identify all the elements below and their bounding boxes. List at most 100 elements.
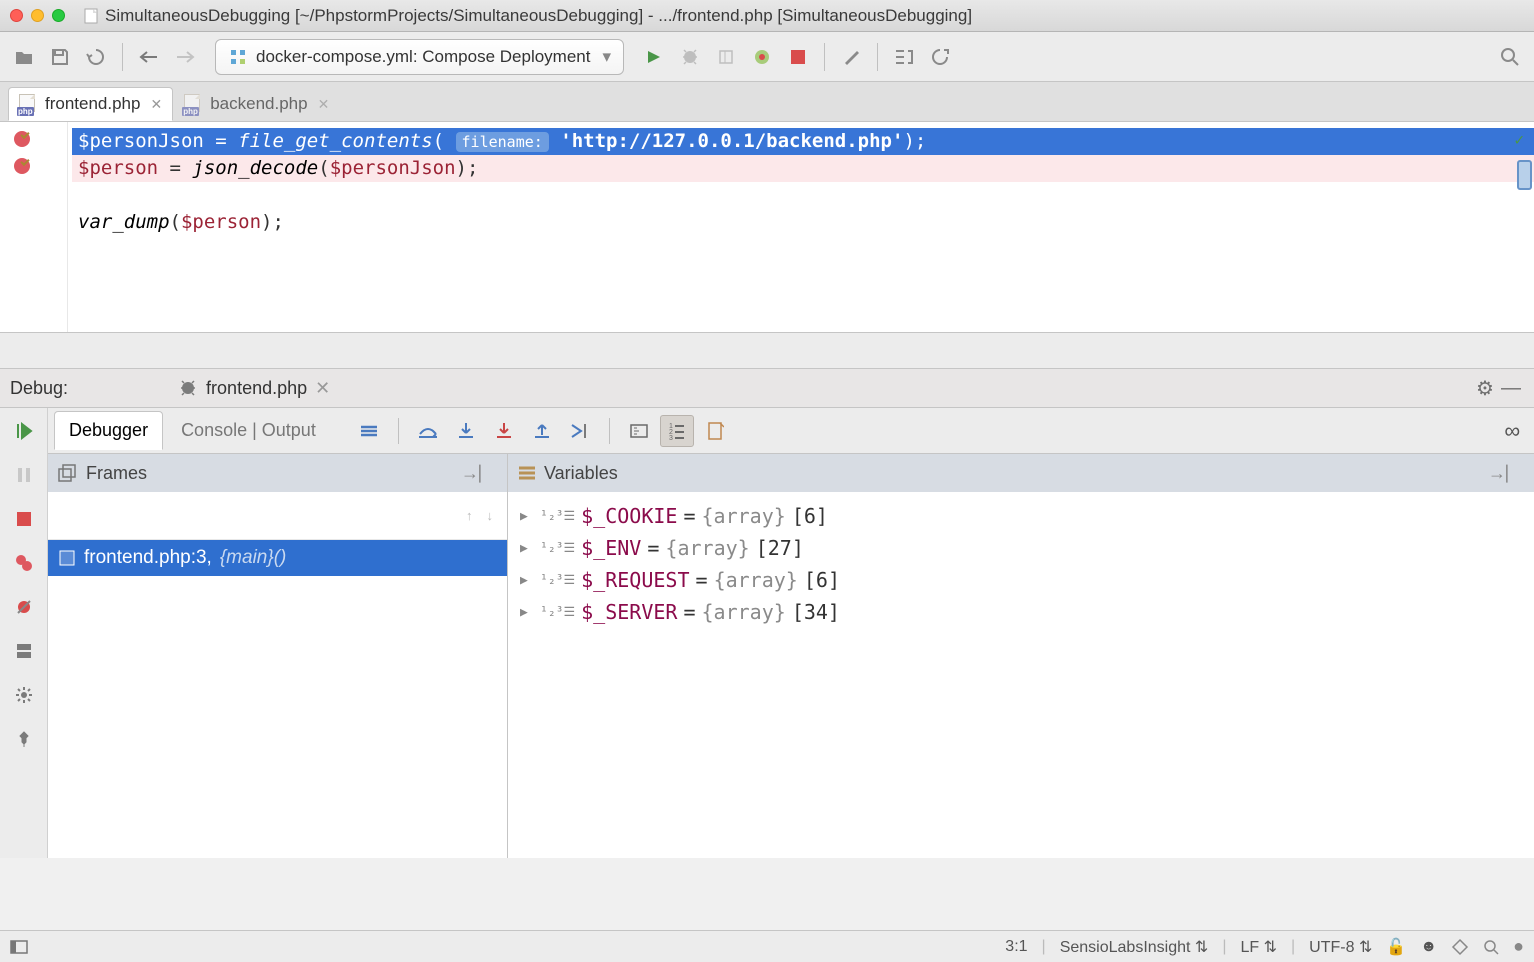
pin-button[interactable]: [9, 724, 39, 754]
editor-tabs: php frontend.php ✕ php backend.php ✕: [0, 82, 1534, 122]
frames-pane: Frames →⎸ ↑ ↓ frontend.php:3, {main}(): [48, 454, 508, 858]
editor-gutter[interactable]: [0, 122, 68, 332]
layout-button[interactable]: [9, 636, 39, 666]
breakpoint-icon[interactable]: [14, 131, 30, 147]
back-button[interactable]: [133, 41, 165, 73]
resume-button[interactable]: [9, 416, 39, 446]
arrow-down-icon[interactable]: ↓: [487, 508, 494, 523]
tab-console-output[interactable]: Console | Output: [167, 412, 330, 449]
debug-side-toolbar: [0, 408, 48, 858]
toolbar-separator: [122, 43, 123, 71]
variable-row[interactable]: ▶¹₂³☰ $_ENV = {array} [27]: [508, 532, 1534, 564]
step-out-button[interactable]: [525, 415, 559, 447]
toolbar-separator: [877, 43, 878, 71]
git-icon[interactable]: [1451, 938, 1469, 956]
code-line[interactable]: var_dump($person);: [72, 209, 1534, 236]
close-session-button[interactable]: ✕: [315, 378, 330, 399]
profile-button[interactable]: [746, 41, 778, 73]
memory-view-button[interactable]: [698, 415, 732, 447]
array-icon: ¹₂³☰: [540, 509, 575, 524]
debug-settings-button[interactable]: [9, 680, 39, 710]
debug-panel-header: Debug: frontend.php ✕ ⚙ —: [0, 368, 1534, 408]
chevron-right-icon[interactable]: ▶: [520, 509, 534, 524]
frame-icon: [58, 549, 76, 567]
code-editor[interactable]: $personJson = file_get_contents( filenam…: [0, 122, 1534, 332]
mute-breakpoints-button[interactable]: [9, 592, 39, 622]
close-tab-button[interactable]: ✕: [150, 96, 162, 113]
code-line[interactable]: $personJson = file_get_contents( filenam…: [72, 128, 1534, 155]
close-tab-button[interactable]: ✕: [318, 96, 330, 113]
close-window-button[interactable]: [10, 9, 23, 22]
run-button[interactable]: [638, 41, 670, 73]
file-encoding[interactable]: UTF-8 ⇅: [1309, 937, 1372, 957]
breakpoint-icon[interactable]: [14, 158, 30, 174]
debug-tabs: Debugger Console | Output 123 ∞: [48, 408, 1534, 454]
arrow-up-icon[interactable]: ↑: [466, 508, 473, 523]
step-over-button[interactable]: [411, 415, 445, 447]
structure-button[interactable]: [888, 41, 920, 73]
stop-button[interactable]: [782, 41, 814, 73]
open-file-button[interactable]: [8, 41, 40, 73]
chevron-right-icon[interactable]: ▶: [520, 605, 534, 620]
save-button[interactable]: [44, 41, 76, 73]
search-status-icon[interactable]: [1483, 939, 1499, 955]
reload-button[interactable]: [924, 41, 956, 73]
gear-icon[interactable]: ⚙: [1472, 376, 1498, 401]
frames-nav: ↑ ↓: [48, 492, 507, 540]
cursor-position[interactable]: 3:1: [1005, 938, 1027, 956]
variables-list: ▶¹₂³☰ $_COOKIE = {array} [6] ▶¹₂³☰ $_ENV…: [508, 492, 1534, 858]
debug-panel: Debugger Console | Output 123 ∞: [0, 408, 1534, 858]
show-execution-point-button[interactable]: [352, 415, 386, 447]
frames-label: Frames: [86, 463, 147, 484]
insight-status[interactable]: SensioLabsInsight ⇅: [1060, 937, 1209, 957]
inspector-icon[interactable]: ☻: [1420, 938, 1437, 956]
forward-button[interactable]: [169, 41, 201, 73]
svg-text:3: 3: [669, 435, 673, 440]
bug-icon: [178, 378, 198, 398]
variable-row[interactable]: ▶¹₂³☰ $_SERVER = {array} [34]: [508, 596, 1534, 628]
tab-frontend-php[interactable]: php frontend.php ✕: [8, 87, 173, 121]
stack-frame-row[interactable]: frontend.php:3, {main}(): [48, 540, 507, 576]
maximize-window-button[interactable]: [52, 9, 65, 22]
tab-backend-php[interactable]: php backend.php ✕: [173, 87, 340, 121]
step-into-button[interactable]: [449, 415, 483, 447]
expand-icon[interactable]: →⎸: [461, 463, 497, 484]
line-separator[interactable]: LF ⇅: [1240, 937, 1277, 957]
frame-location: frontend.php:3,: [84, 547, 212, 569]
lock-icon[interactable]: 🔓: [1386, 937, 1406, 957]
inspection-ok-icon[interactable]: ✓: [1514, 126, 1524, 153]
notifications-icon[interactable]: ●: [1513, 936, 1524, 957]
step-toolbar: 123: [352, 415, 732, 447]
force-step-into-button[interactable]: [487, 415, 521, 447]
settings-button[interactable]: [835, 41, 867, 73]
stop-debug-button[interactable]: [9, 504, 39, 534]
debug-button[interactable]: [674, 41, 706, 73]
debug-panes: Frames →⎸ ↑ ↓ frontend.php:3, {main}() V…: [48, 454, 1534, 858]
watches-button[interactable]: 123: [660, 415, 694, 447]
chevron-right-icon[interactable]: ▶: [520, 573, 534, 588]
scrollbar-marker[interactable]: [1517, 160, 1532, 190]
tool-window-toggle-icon[interactable]: [10, 940, 28, 954]
variables-pane: Variables →⎸ ▶¹₂³☰ $_COOKIE = {array} [6…: [508, 454, 1534, 858]
frames-header: Frames →⎸: [48, 454, 507, 492]
pause-button[interactable]: [9, 460, 39, 490]
run-configuration-selector[interactable]: docker-compose.yml: Compose Deployment ▾: [215, 39, 624, 75]
view-breakpoints-button[interactable]: [9, 548, 39, 578]
tab-debugger[interactable]: Debugger: [54, 411, 163, 450]
tab-label: frontend.php: [45, 94, 140, 114]
sync-button[interactable]: [80, 41, 112, 73]
variable-row[interactable]: ▶¹₂³☰ $_REQUEST = {array} [6]: [508, 564, 1534, 596]
frame-function: {main}(): [220, 547, 287, 569]
run-to-cursor-button[interactable]: [563, 415, 597, 447]
minimize-panel-button[interactable]: —: [1498, 377, 1524, 400]
search-button[interactable]: [1494, 41, 1526, 73]
panel-resizer[interactable]: [0, 332, 1534, 368]
expand-icon[interactable]: →⎸: [1488, 463, 1524, 484]
chevron-right-icon[interactable]: ▶: [520, 541, 534, 556]
variable-row[interactable]: ▶¹₂³☰ $_COOKIE = {array} [6]: [508, 500, 1534, 532]
infinity-icon[interactable]: ∞: [1504, 418, 1520, 444]
code-line[interactable]: $person = json_decode($personJson);: [72, 155, 1534, 182]
coverage-button[interactable]: [710, 41, 742, 73]
evaluate-expression-button[interactable]: [622, 415, 656, 447]
minimize-window-button[interactable]: [31, 9, 44, 22]
